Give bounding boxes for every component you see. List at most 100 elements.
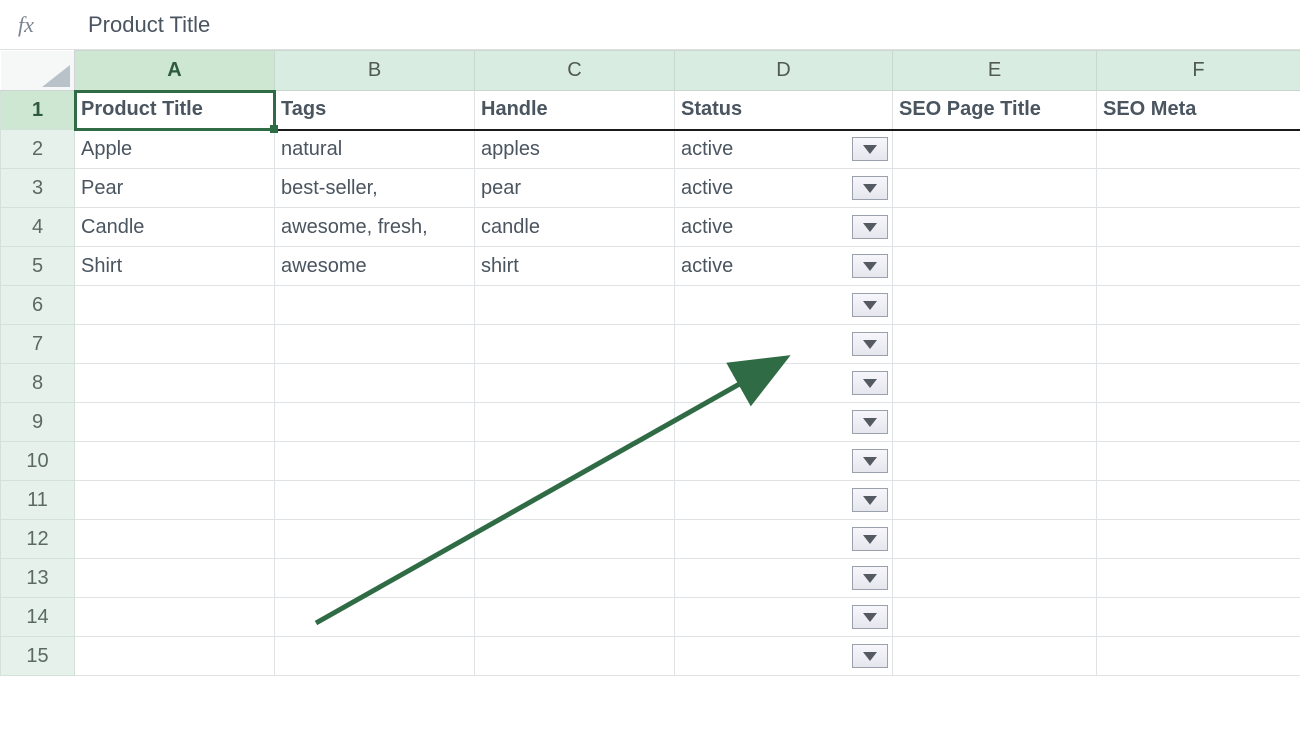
cell-C9[interactable] <box>475 403 675 442</box>
row-header-8[interactable]: 8 <box>1 364 75 403</box>
cell-F8[interactable] <box>1097 364 1300 403</box>
select-all-corner[interactable] <box>1 51 75 91</box>
cell-A7[interactable] <box>75 325 275 364</box>
cell-B4[interactable]: awesome, fresh, <box>275 208 475 247</box>
cell-D7[interactable] <box>675 325 893 364</box>
status-dropdown-button[interactable] <box>852 566 888 590</box>
cell-C11[interactable] <box>475 481 675 520</box>
status-dropdown-button[interactable] <box>852 449 888 473</box>
cell-A11[interactable] <box>75 481 275 520</box>
cell-B1[interactable]: Tags <box>275 91 475 130</box>
status-dropdown-button[interactable] <box>852 410 888 434</box>
cell-E14[interactable] <box>893 598 1097 637</box>
cell-A14[interactable] <box>75 598 275 637</box>
status-dropdown-button[interactable] <box>852 527 888 551</box>
cell-C2[interactable]: apples <box>475 130 675 169</box>
cell-E11[interactable] <box>893 481 1097 520</box>
cell-F11[interactable] <box>1097 481 1300 520</box>
cell-C7[interactable] <box>475 325 675 364</box>
row-header-6[interactable]: 6 <box>1 286 75 325</box>
cell-D13[interactable] <box>675 559 893 598</box>
col-header-b[interactable]: B <box>275 51 475 91</box>
status-dropdown-button[interactable] <box>852 215 888 239</box>
col-header-f[interactable]: F <box>1097 51 1300 91</box>
col-header-d[interactable]: D <box>675 51 893 91</box>
cell-F15[interactable] <box>1097 637 1300 676</box>
cell-D15[interactable] <box>675 637 893 676</box>
status-dropdown-button[interactable] <box>852 332 888 356</box>
cell-A5[interactable]: Shirt <box>75 247 275 286</box>
cell-C6[interactable] <box>475 286 675 325</box>
cell-F14[interactable] <box>1097 598 1300 637</box>
cell-D10[interactable] <box>675 442 893 481</box>
cell-D4[interactable]: active <box>675 208 893 247</box>
cell-E6[interactable] <box>893 286 1097 325</box>
cell-D6[interactable] <box>675 286 893 325</box>
cell-A10[interactable] <box>75 442 275 481</box>
status-dropdown-button[interactable] <box>852 293 888 317</box>
row-header-2[interactable]: 2 <box>1 130 75 169</box>
cell-F10[interactable] <box>1097 442 1300 481</box>
formula-input[interactable] <box>88 12 1300 38</box>
cell-C15[interactable] <box>475 637 675 676</box>
row-header-11[interactable]: 11 <box>1 481 75 520</box>
cell-B9[interactable] <box>275 403 475 442</box>
status-dropdown-button[interactable] <box>852 644 888 668</box>
cell-F4[interactable] <box>1097 208 1300 247</box>
cell-E7[interactable] <box>893 325 1097 364</box>
cell-C1[interactable]: Handle <box>475 91 675 130</box>
cell-D11[interactable] <box>675 481 893 520</box>
cell-D1[interactable]: Status <box>675 91 893 130</box>
cell-E12[interactable] <box>893 520 1097 559</box>
row-header-10[interactable]: 10 <box>1 442 75 481</box>
cell-F3[interactable] <box>1097 169 1300 208</box>
cell-D5[interactable]: active <box>675 247 893 286</box>
cell-A3[interactable]: Pear <box>75 169 275 208</box>
cell-F6[interactable] <box>1097 286 1300 325</box>
status-dropdown-button[interactable] <box>852 254 888 278</box>
cell-F7[interactable] <box>1097 325 1300 364</box>
row-header-14[interactable]: 14 <box>1 598 75 637</box>
cell-C10[interactable] <box>475 442 675 481</box>
cell-E13[interactable] <box>893 559 1097 598</box>
row-header-13[interactable]: 13 <box>1 559 75 598</box>
cell-B2[interactable]: natural <box>275 130 475 169</box>
cell-B12[interactable] <box>275 520 475 559</box>
row-header-3[interactable]: 3 <box>1 169 75 208</box>
cell-A9[interactable] <box>75 403 275 442</box>
col-header-a[interactable]: A <box>75 51 275 91</box>
row-header-1[interactable]: 1 <box>1 91 75 130</box>
cell-B8[interactable] <box>275 364 475 403</box>
col-header-c[interactable]: C <box>475 51 675 91</box>
cell-F13[interactable] <box>1097 559 1300 598</box>
row-header-5[interactable]: 5 <box>1 247 75 286</box>
cell-C5[interactable]: shirt <box>475 247 675 286</box>
cell-E3[interactable] <box>893 169 1097 208</box>
cell-A13[interactable] <box>75 559 275 598</box>
cell-F12[interactable] <box>1097 520 1300 559</box>
cell-E10[interactable] <box>893 442 1097 481</box>
cell-F1[interactable]: SEO Meta <box>1097 91 1300 130</box>
cell-E9[interactable] <box>893 403 1097 442</box>
cell-D8[interactable] <box>675 364 893 403</box>
status-dropdown-button[interactable] <box>852 371 888 395</box>
row-header-9[interactable]: 9 <box>1 403 75 442</box>
cell-E5[interactable] <box>893 247 1097 286</box>
row-header-12[interactable]: 12 <box>1 520 75 559</box>
cell-A12[interactable] <box>75 520 275 559</box>
cell-C4[interactable]: candle <box>475 208 675 247</box>
cell-E2[interactable] <box>893 130 1097 169</box>
cell-B10[interactable] <box>275 442 475 481</box>
cell-A1[interactable]: Product Title <box>75 91 275 130</box>
cell-B6[interactable] <box>275 286 475 325</box>
cell-A4[interactable]: Candle <box>75 208 275 247</box>
cell-B14[interactable] <box>275 598 475 637</box>
cell-F5[interactable] <box>1097 247 1300 286</box>
cell-B11[interactable] <box>275 481 475 520</box>
cell-F9[interactable] <box>1097 403 1300 442</box>
cell-B3[interactable]: best-seller, <box>275 169 475 208</box>
cell-A8[interactable] <box>75 364 275 403</box>
row-header-15[interactable]: 15 <box>1 637 75 676</box>
cell-D3[interactable]: active <box>675 169 893 208</box>
cell-B15[interactable] <box>275 637 475 676</box>
